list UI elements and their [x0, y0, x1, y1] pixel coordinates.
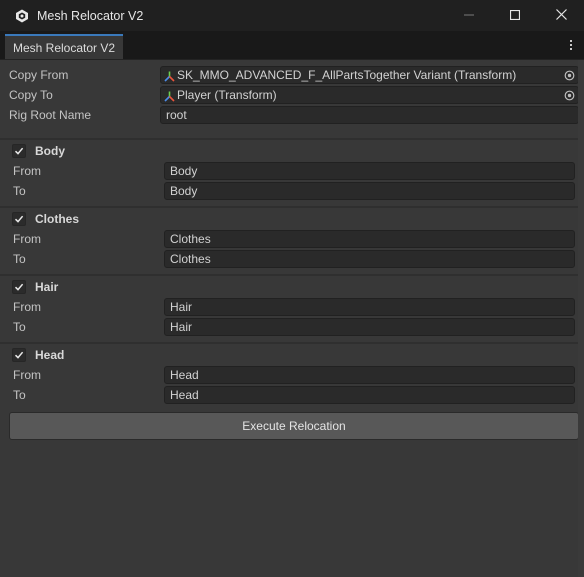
group-header-body[interactable]: Body: [12, 143, 65, 159]
hair-to-input[interactable]: Hair: [164, 318, 575, 336]
clothes-from-input[interactable]: Clothes: [164, 230, 575, 248]
hair-checkbox[interactable]: [12, 280, 26, 294]
checkmark-icon: [14, 215, 24, 223]
to-label: To: [13, 184, 26, 198]
copy-to-value: Player (Transform): [177, 88, 277, 102]
rig-root-label: Rig Root Name: [9, 108, 92, 122]
hair-from-input[interactable]: Hair: [164, 298, 575, 316]
tab-mesh-relocator[interactable]: Mesh Relocator V2: [5, 34, 124, 59]
group-header-head[interactable]: Head: [12, 347, 64, 363]
group-title: Clothes: [35, 212, 80, 226]
head-to-row: To Head: [13, 386, 575, 406]
copy-from-field[interactable]: SK_MMO_ADVANCED_F_AllPartsTogether Varia…: [160, 66, 579, 84]
head-checkbox[interactable]: [12, 348, 26, 362]
clothes-to-input[interactable]: Clothes: [164, 250, 575, 268]
copy-to-label: Copy To: [9, 88, 53, 102]
scrollbar-track[interactable]: [578, 60, 584, 577]
unity-icon: [15, 9, 29, 23]
head-to-input[interactable]: Head: [164, 386, 575, 404]
clothes-from-row: From Clothes: [13, 230, 575, 250]
copy-to-field[interactable]: Player (Transform): [160, 86, 579, 104]
body-checkbox[interactable]: [12, 144, 26, 158]
body-to-row: To Body: [13, 182, 575, 202]
copy-to-row: Copy To Player (Transform): [9, 86, 579, 106]
head-from-input[interactable]: Head: [164, 366, 575, 384]
copy-from-row: Copy From SK_MMO_ADVANCED_F_AllPartsToge…: [9, 66, 579, 86]
window-title: Mesh Relocator V2: [37, 8, 144, 23]
hair-from-row: From Hair: [13, 298, 575, 318]
group-title: Hair: [35, 280, 59, 294]
tab-label: Mesh Relocator V2: [13, 40, 116, 55]
body-from-row: From Body: [13, 162, 575, 182]
checkmark-icon: [14, 147, 24, 155]
to-label: To: [13, 252, 26, 266]
body-from-input[interactable]: Body: [164, 162, 575, 180]
checkmark-icon: [14, 283, 24, 291]
separator: [0, 274, 584, 276]
to-label: To: [13, 320, 26, 334]
copy-from-label: Copy From: [9, 68, 69, 82]
tab-strip: Mesh Relocator V2: [0, 31, 584, 60]
separator: [0, 206, 584, 208]
editor-content: Copy From SK_MMO_ADVANCED_F_AllPartsToge…: [0, 60, 584, 577]
from-label: From: [13, 300, 41, 314]
copy-from-value: SK_MMO_ADVANCED_F_AllPartsTogether Varia…: [177, 68, 517, 82]
group-title: Body: [35, 144, 65, 158]
transform-icon: [164, 90, 175, 102]
execute-relocation-label: Execute Relocation: [242, 419, 346, 433]
maximize-button[interactable]: [492, 0, 538, 31]
transform-icon: [164, 70, 175, 82]
from-label: From: [13, 368, 41, 382]
group-title: Head: [35, 348, 65, 362]
kebab-menu-icon[interactable]: [566, 37, 576, 53]
clothes-checkbox[interactable]: [12, 212, 26, 226]
to-label: To: [13, 388, 26, 402]
hair-to-row: To Hair: [13, 318, 575, 338]
rig-root-input[interactable]: root: [160, 106, 579, 124]
group-header-hair[interactable]: Hair: [12, 279, 58, 295]
object-picker-icon[interactable]: [562, 68, 576, 82]
title-bar[interactable]: Mesh Relocator V2: [0, 0, 584, 31]
separator: [0, 342, 584, 344]
close-button[interactable]: [538, 0, 584, 31]
separator: [0, 138, 584, 140]
body-to-input[interactable]: Body: [164, 182, 575, 200]
maximize-icon: [509, 9, 521, 23]
editor-window: Mesh Relocator V2 Mesh Relocator V2 Copy…: [0, 0, 584, 577]
from-label: From: [13, 164, 41, 178]
from-label: From: [13, 232, 41, 246]
group-header-clothes[interactable]: Clothes: [12, 211, 79, 227]
close-icon: [555, 8, 567, 23]
checkmark-icon: [14, 351, 24, 359]
object-picker-icon[interactable]: [562, 88, 576, 102]
minimize-icon: [464, 9, 474, 23]
execute-relocation-button[interactable]: Execute Relocation: [9, 412, 579, 440]
minimize-button[interactable]: [446, 0, 492, 31]
clothes-to-row: To Clothes: [13, 250, 575, 270]
rig-root-row: Rig Root Name root: [9, 106, 579, 126]
head-from-row: From Head: [13, 366, 575, 386]
